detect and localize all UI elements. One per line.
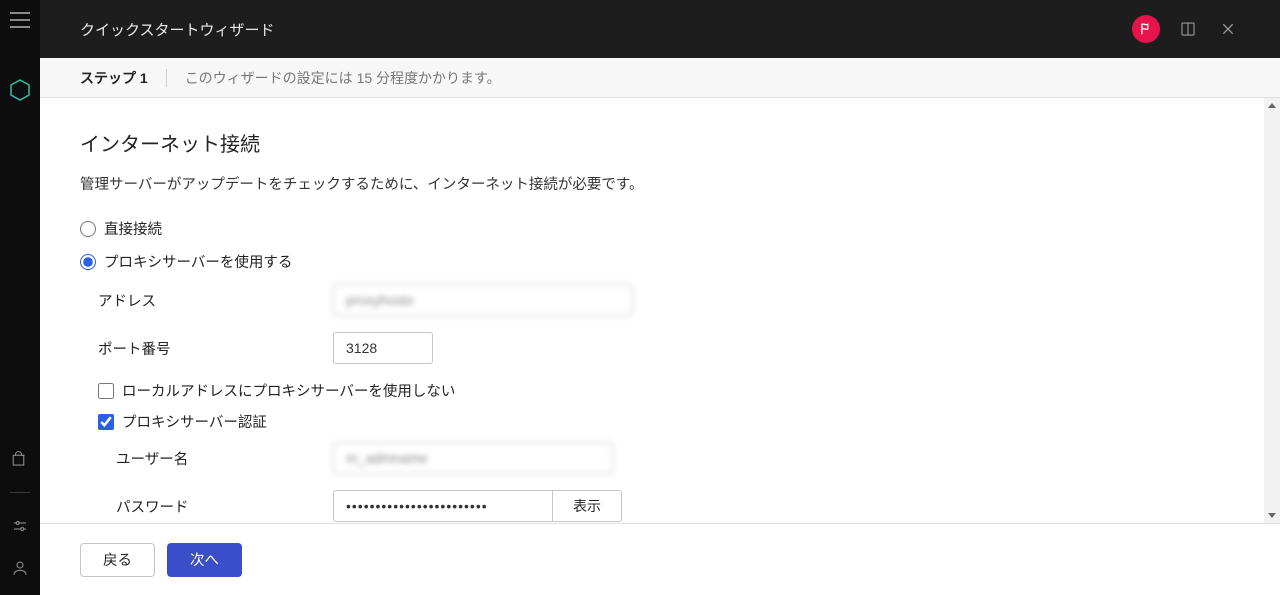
flag-icon[interactable] bbox=[1132, 15, 1160, 43]
username-label: ユーザー名 bbox=[116, 448, 333, 469]
close-icon[interactable] bbox=[1216, 17, 1240, 41]
section-title: インターネット接続 bbox=[80, 128, 1200, 157]
section-desc: 管理サーバーがアップデートをチェックするために、インターネット接続が必要です。 bbox=[80, 173, 1200, 194]
main-panel: クイックスタートウィザード bbox=[40, 0, 1280, 595]
username-input[interactable] bbox=[333, 442, 613, 474]
step-label: ステップ 1 bbox=[80, 68, 148, 88]
footer-bar: 戻る 次へ bbox=[40, 523, 1280, 595]
radio-direct[interactable]: 直接接続 bbox=[80, 218, 1200, 239]
radio-proxy-label: プロキシサーバーを使用する bbox=[104, 251, 292, 272]
address-label: アドレス bbox=[98, 290, 333, 311]
side-rail bbox=[0, 0, 40, 595]
page-title: クイックスタートウィザード bbox=[80, 19, 275, 40]
menu-icon[interactable] bbox=[10, 12, 30, 28]
bypass-local-label: ローカルアドレスにプロキシサーバーを使用しない bbox=[122, 380, 455, 401]
bookmark-icon[interactable] bbox=[1176, 17, 1200, 41]
radio-direct-input[interactable] bbox=[80, 221, 96, 237]
show-password-button[interactable]: 表示 bbox=[553, 490, 622, 522]
address-input[interactable] bbox=[333, 284, 633, 316]
radio-direct-label: 直接接続 bbox=[104, 218, 162, 239]
password-label: パスワード bbox=[116, 496, 333, 517]
port-label: ポート番号 bbox=[98, 338, 333, 359]
sliders-icon[interactable] bbox=[11, 517, 29, 535]
shield-hex-icon[interactable] bbox=[8, 78, 32, 102]
scroll-up-icon[interactable] bbox=[1268, 103, 1276, 108]
next-button[interactable]: 次へ bbox=[167, 543, 242, 577]
step-separator bbox=[166, 69, 167, 87]
bag-icon[interactable] bbox=[11, 450, 29, 468]
radio-proxy[interactable]: プロキシサーバーを使用する bbox=[80, 251, 1200, 272]
proxy-auth-checkbox-row[interactable]: プロキシサーバー認証 bbox=[98, 411, 1200, 432]
back-button[interactable]: 戻る bbox=[80, 543, 155, 577]
bypass-local-checkbox-row[interactable]: ローカルアドレスにプロキシサーバーを使用しない bbox=[98, 380, 1200, 401]
user-icon[interactable] bbox=[11, 559, 29, 577]
proxy-auth-checkbox[interactable] bbox=[98, 414, 114, 430]
password-input[interactable] bbox=[333, 490, 553, 522]
port-input[interactable] bbox=[333, 332, 433, 364]
top-bar: クイックスタートウィザード bbox=[40, 0, 1280, 58]
bypass-local-checkbox[interactable] bbox=[98, 383, 114, 399]
scroll-down-icon[interactable] bbox=[1268, 513, 1276, 518]
step-hint: このウィザードの設定には 15 分程度かかります。 bbox=[185, 68, 501, 88]
radio-proxy-input[interactable] bbox=[80, 254, 96, 270]
proxy-auth-label: プロキシサーバー認証 bbox=[122, 411, 267, 432]
steps-bar: ステップ 1 このウィザードの設定には 15 分程度かかります。 bbox=[40, 58, 1280, 98]
vertical-scrollbar[interactable] bbox=[1264, 98, 1280, 523]
